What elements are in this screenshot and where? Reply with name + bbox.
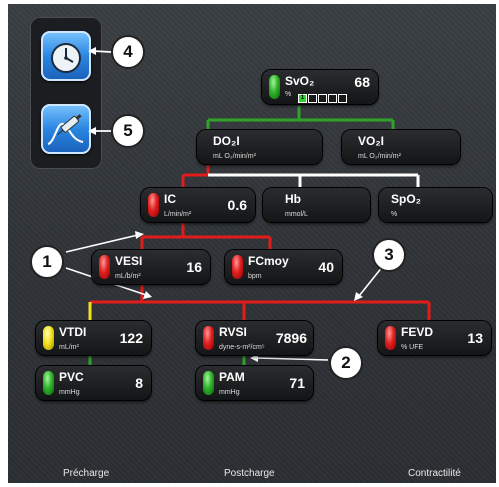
pvc-unit: mmHg — [59, 389, 80, 396]
pvc-status-indicator — [43, 371, 54, 395]
footer-precharge: Précharge — [63, 468, 110, 479]
rvsi-label: RVSI — [219, 325, 247, 339]
vtdi-tile[interactable]: VTDI mL/m² 122 — [36, 321, 151, 355]
ic-unit: L/min/m² — [164, 211, 192, 218]
tree-connectors — [65, 106, 431, 366]
rvsi-value: 7896 — [275, 330, 307, 346]
fcmoy-value: 40 — [318, 259, 334, 275]
fevd-status-indicator — [385, 326, 396, 350]
footer-contractilite: Contractilité — [408, 468, 461, 479]
svo2-value: 68 — [354, 74, 370, 90]
hb-label: Hb — [285, 192, 301, 206]
spo2-tile[interactable]: SpO₂ % — [379, 188, 492, 222]
ic-tile[interactable]: IC L/min/m² 0.6 — [141, 188, 255, 222]
pvc-label: PVC — [59, 370, 84, 384]
pam-value: 71 — [289, 375, 305, 391]
ic-value: 0.6 — [227, 197, 247, 213]
rvsi-status-indicator — [203, 326, 214, 350]
vtdi-label: VTDI — [59, 325, 87, 339]
do2i-label: DO₂I — [213, 134, 240, 148]
vo2i-label: VO₂I — [358, 134, 385, 148]
callout-2: 2 — [329, 346, 363, 380]
rvsi-unit: dyne-s-m²/cm⁵ — [219, 344, 265, 351]
callout-3: 3 — [372, 238, 406, 272]
vesi-value: 16 — [186, 259, 202, 275]
spo2-label: SpO₂ — [391, 192, 421, 206]
vesi-label: VESI — [115, 254, 143, 268]
hb-tile[interactable]: Hb mmol/L — [263, 188, 370, 222]
footer-postcharge: Postcharge — [224, 468, 275, 479]
svo2-label: SvO₂ — [285, 74, 315, 88]
pam-status-indicator — [203, 371, 214, 395]
fevd-label: FEVD — [401, 325, 434, 339]
ic-status-indicator — [148, 193, 159, 217]
pam-unit: mmHg — [219, 389, 240, 396]
vo2i-tile[interactable]: VO₂I mL O₂/min/m² — [342, 130, 460, 164]
svo2-status-indicator — [269, 75, 280, 99]
vtdi-unit: mL/m² — [59, 344, 79, 351]
pvc-value: 8 — [135, 375, 143, 391]
do2i-tile[interactable]: DO₂I mL O₂/min/m² — [197, 130, 322, 164]
fcmoy-unit: bpm — [248, 273, 262, 280]
fcmoy-tile[interactable]: FCmoy bpm 40 — [225, 250, 342, 284]
do2i-unit: mL O₂/min/m² — [213, 153, 256, 160]
pam-tile[interactable]: PAM mmHg 71 — [196, 366, 313, 400]
callout-1: 1 — [30, 245, 64, 279]
vtdi-status-indicator — [43, 326, 54, 350]
svo2-bar: 1 — [298, 90, 348, 104]
fevd-tile[interactable]: FEVD % UFE 13 — [378, 321, 491, 355]
vesi-status-indicator — [99, 255, 110, 279]
fevd-value: 13 — [467, 330, 483, 346]
fcmoy-status-indicator — [232, 255, 243, 279]
vtdi-value: 122 — [119, 330, 143, 346]
vo2i-unit: mL O₂/min/m² — [358, 153, 401, 160]
pam-label: PAM — [219, 370, 245, 384]
vesi-tile[interactable]: VESI mL/b/m² 16 — [92, 250, 210, 284]
ic-label: IC — [164, 192, 176, 206]
vesi-unit: mL/b/m² — [115, 273, 141, 280]
pvc-tile[interactable]: PVC mmHg 8 — [36, 366, 151, 400]
svo2-tile[interactable]: SvO₂ % 1 68 — [262, 70, 378, 104]
fevd-unit: % UFE — [401, 344, 424, 351]
spo2-unit: % — [391, 211, 398, 218]
svo2-unit: % — [285, 91, 292, 98]
monitor-screen: 4 5 1 3 2 SvO₂ % 1 68 DO₂I mL O₂/min/m² … — [8, 4, 496, 483]
hb-unit: mmol/L — [285, 211, 308, 218]
rvsi-tile[interactable]: RVSI dyne-s-m²/cm⁵ 7896 — [196, 321, 313, 355]
fcmoy-label: FCmoy — [248, 254, 289, 268]
